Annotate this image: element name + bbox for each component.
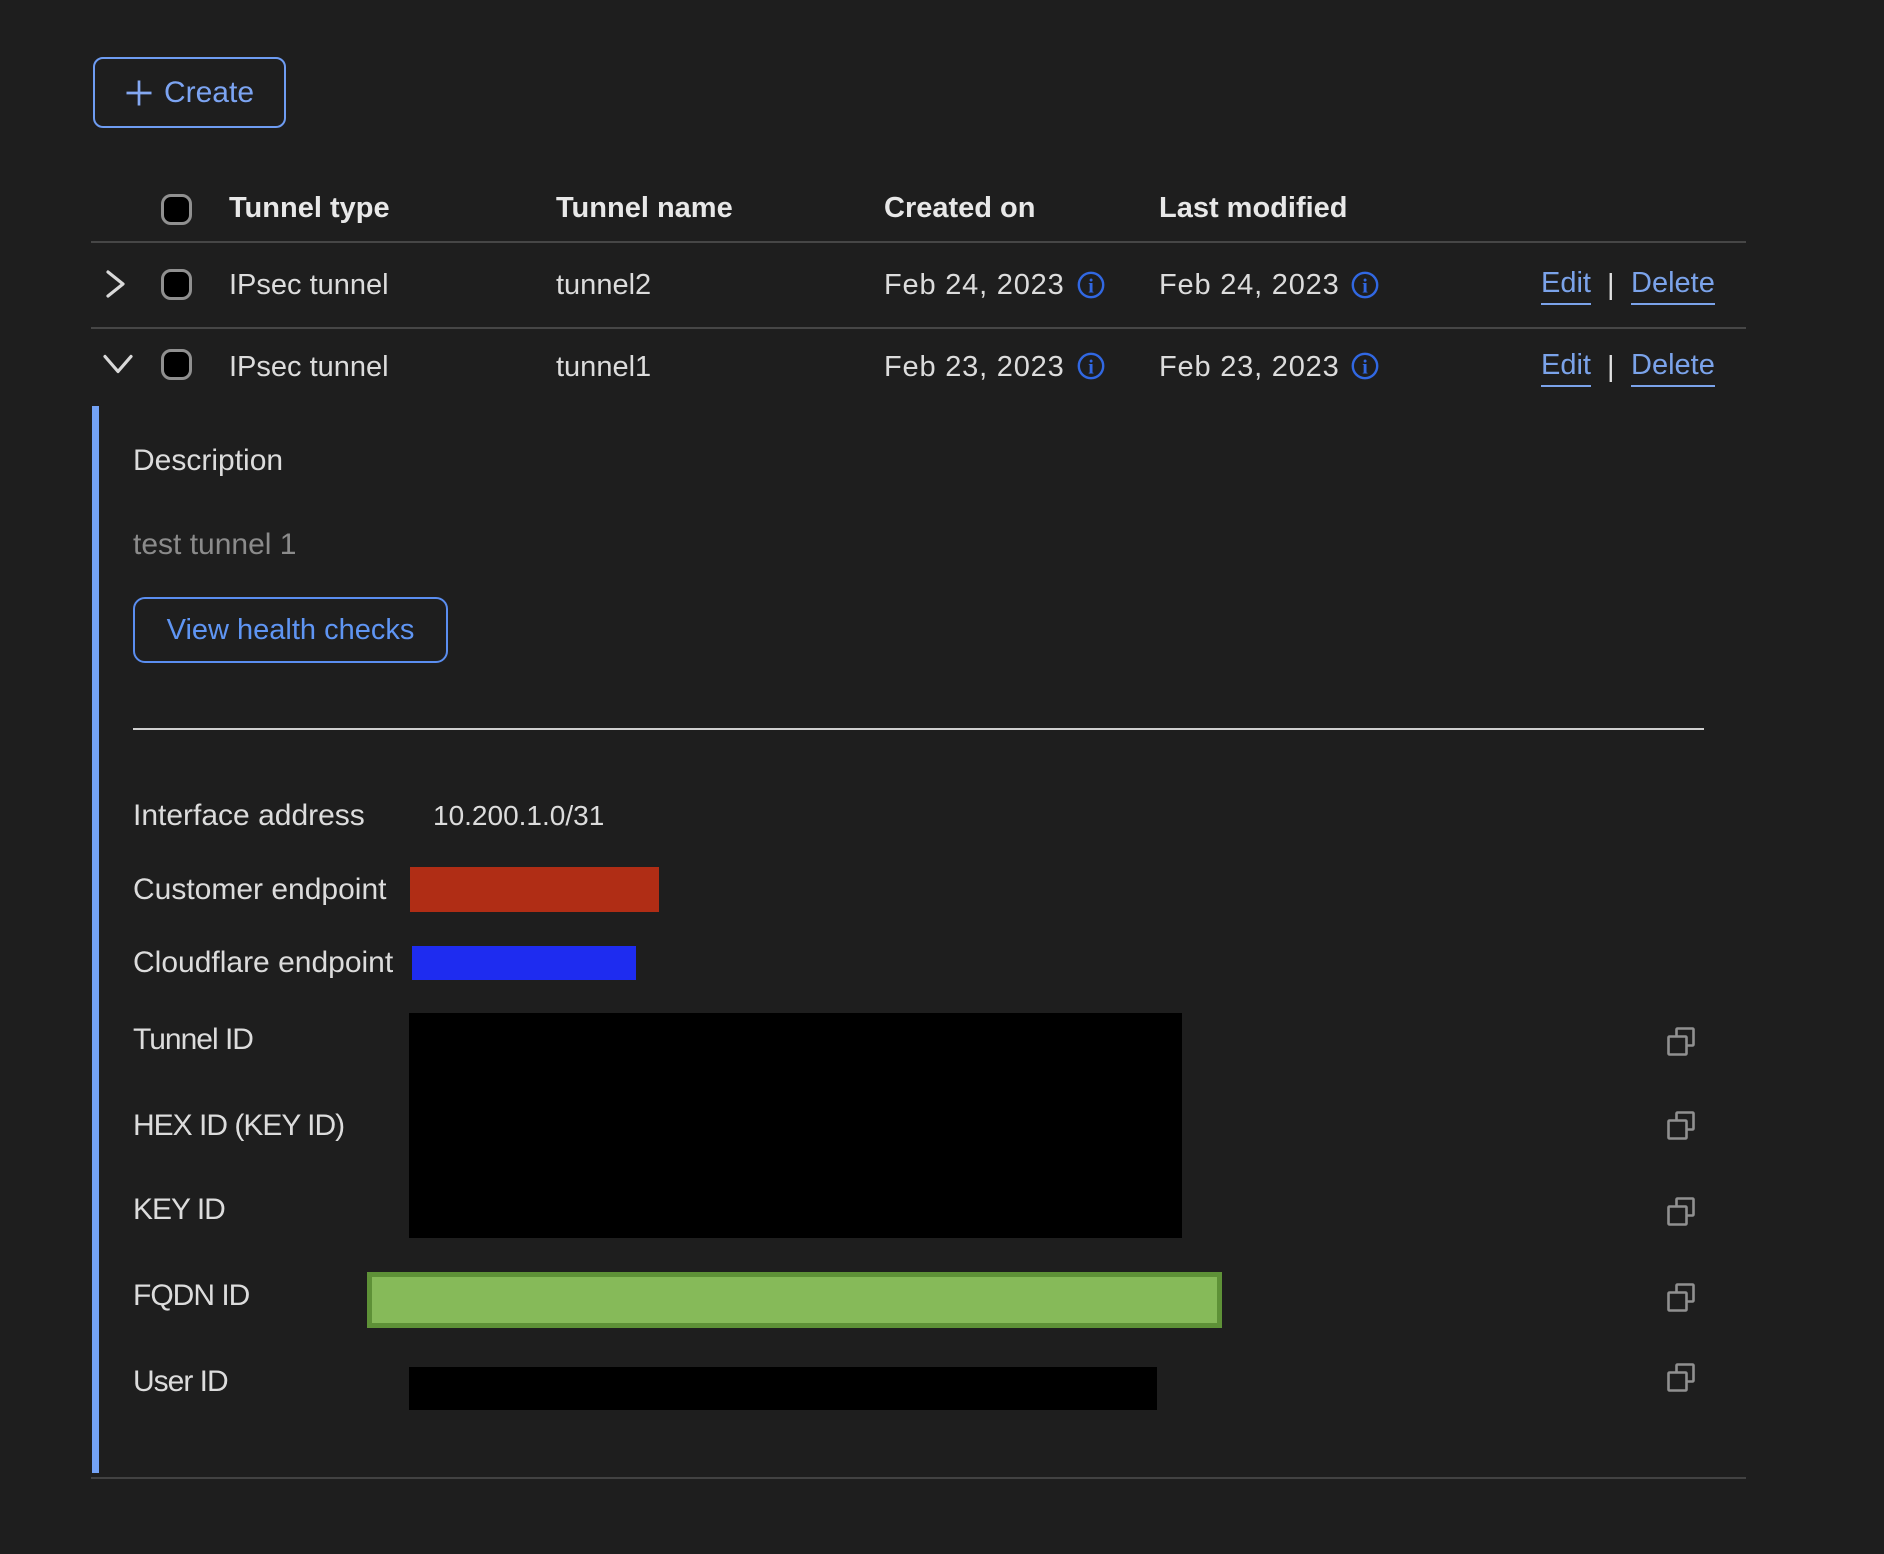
svg-text:i: i: [1362, 276, 1368, 298]
svg-text:i: i: [1088, 276, 1094, 298]
svg-text:i: i: [1088, 357, 1094, 379]
svg-text:i: i: [1362, 357, 1368, 379]
